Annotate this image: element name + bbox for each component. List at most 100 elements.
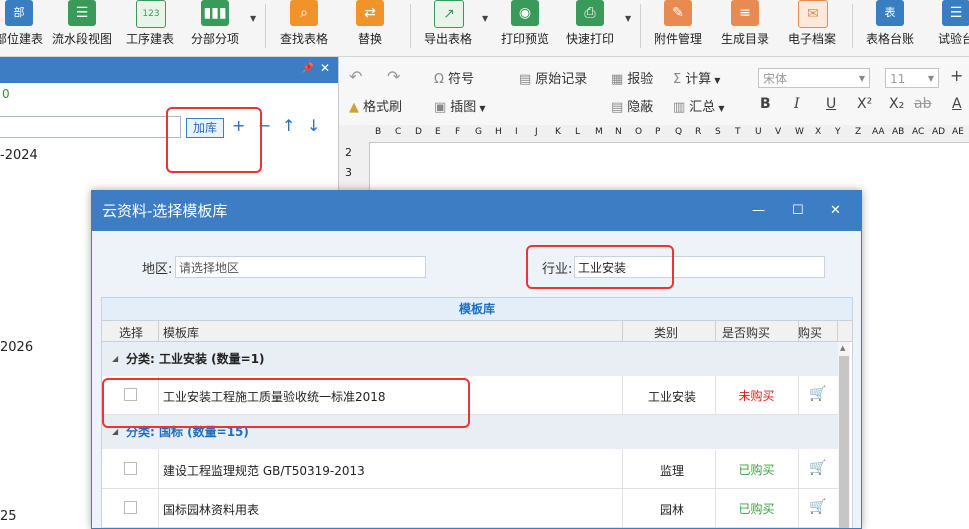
group-row-industrial[interactable]: ◢ 分类: 工业安装 (数量=1) [102, 342, 838, 376]
toolbar-export-button[interactable]: ↗ 导出表格 [420, 0, 476, 56]
font-name-select[interactable]: 宋体 ▼ [758, 68, 870, 88]
row-number[interactable]: 3 [345, 166, 352, 179]
toolbar-e-archive-button[interactable]: ✉ 电子档案 [784, 0, 840, 56]
header-purchased[interactable]: 是否购买 [722, 324, 770, 341]
column-label[interactable]: U [755, 127, 762, 137]
column-label[interactable]: G [475, 127, 482, 137]
column-label[interactable]: D [415, 127, 422, 137]
column-label[interactable]: Y [835, 127, 841, 137]
format-brush-button[interactable]: ▲ 格式刷 [349, 96, 402, 115]
column-label[interactable]: T [735, 127, 741, 137]
toolbar-process-table-button[interactable]: 123 工序建表 [122, 0, 178, 56]
column-label[interactable]: H [495, 127, 502, 137]
header-select[interactable]: 选择 [119, 324, 143, 341]
collapse-triangle-icon[interactable]: ◢ [112, 342, 118, 376]
original-record-button[interactable]: ▤ 原始记录 [519, 68, 587, 87]
toolbar-quick-print-button[interactable]: ⎙ 快速打印 [562, 0, 618, 56]
table-row[interactable]: 国标园林资料用表 园林 已购买 🛒 [102, 489, 838, 528]
symbol-button[interactable]: Ω 符号 [434, 68, 474, 87]
column-label[interactable]: N [615, 127, 622, 137]
select-checkbox[interactable] [124, 462, 137, 475]
column-label[interactable]: B [375, 127, 381, 137]
toolbar-find-table-button[interactable]: ⌕ 查找表格 [276, 0, 332, 56]
column-label[interactable]: M [595, 127, 603, 137]
header-buy[interactable]: 购买 [798, 324, 822, 341]
column-label[interactable]: C [395, 127, 401, 137]
report-check-button[interactable]: ▦ 报验 [611, 68, 653, 87]
export-icon: ↗ [434, 0, 464, 28]
summary-button[interactable]: ▥ 汇总 ▼ [673, 96, 724, 115]
column-label[interactable]: AC [912, 127, 924, 137]
column-label[interactable]: AE [952, 127, 964, 137]
minimize-icon[interactable]: — [752, 191, 765, 231]
scrollbar-thumb[interactable] [839, 356, 849, 528]
superscript-icon[interactable]: X² [857, 96, 872, 112]
tree-item[interactable]: 2026 [0, 340, 33, 355]
column-label[interactable]: P [655, 127, 660, 137]
toolbar-flow-view-button[interactable]: ☰ 流水段视图 [50, 0, 114, 56]
arrow-up-icon[interactable]: ↑ [282, 116, 295, 135]
calc-button[interactable]: Σ 计算 ▼ [673, 68, 720, 87]
chevron-down-icon[interactable]: ▼ [482, 14, 488, 23]
column-label[interactable]: J [535, 127, 538, 137]
cart-icon[interactable]: 🛒 [798, 386, 838, 402]
column-label[interactable]: E [435, 127, 441, 137]
row-number[interactable]: 2 [345, 146, 352, 159]
scroll-up-icon[interactable]: ▲ [840, 344, 845, 352]
column-label[interactable]: V [775, 127, 781, 137]
italic-icon[interactable]: I [794, 96, 800, 112]
column-label[interactable]: F [455, 127, 460, 137]
search-input[interactable] [0, 116, 181, 138]
font-size-select[interactable]: 11 ▼ [885, 68, 939, 88]
maximize-icon[interactable]: ☐ [792, 191, 804, 231]
close-icon[interactable]: ✕ [320, 61, 330, 75]
hide-button[interactable]: ▤ 隐蔽 [611, 96, 653, 115]
column-label[interactable]: R [695, 127, 701, 137]
column-label[interactable]: O [635, 127, 642, 137]
toolbar-print-preview-button[interactable]: ◉ 打印预览 [497, 0, 553, 56]
insert-image-button[interactable]: ▣ 插图 ▼ [434, 96, 485, 115]
arrow-down-icon[interactable]: ↓ [307, 116, 320, 135]
column-label[interactable]: AB [892, 127, 904, 137]
table-row[interactable]: 建设工程监理规范 GB/T50319-2013 监理 已购买 🛒 [102, 450, 838, 489]
bold-icon[interactable]: B [760, 96, 771, 112]
column-label[interactable]: K [555, 127, 561, 137]
highlight-box [526, 245, 674, 289]
column-label[interactable]: Z [855, 127, 861, 137]
header-library[interactable]: 模板库 [163, 324, 199, 341]
subscript-icon[interactable]: X₂ [889, 96, 904, 112]
toolbar-subdivision-button[interactable]: ▮▮▮ 分部分项 [186, 0, 244, 56]
header-category[interactable]: 类别 [654, 324, 678, 341]
tree-item[interactable]: -2024 [0, 148, 38, 163]
column-label[interactable]: W [795, 127, 804, 137]
column-label[interactable]: AD [932, 127, 945, 137]
pin-icon[interactable]: 📌 [302, 63, 314, 74]
chevron-down-icon[interactable]: ▼ [250, 14, 256, 23]
chevron-down-icon[interactable]: ▼ [625, 14, 631, 23]
column-label[interactable]: L [575, 127, 580, 137]
column-label[interactable]: AA [872, 127, 885, 137]
column-label[interactable]: Q [675, 127, 682, 137]
increase-font-icon[interactable]: + [950, 66, 963, 85]
column-label[interactable]: S [715, 127, 721, 137]
vertical-scrollbar[interactable]: ▲ [838, 342, 850, 528]
region-placeholder: 请选择地区 [179, 261, 240, 275]
undo-icon[interactable]: ↶ [349, 67, 362, 86]
toolbar-generate-toc-button[interactable]: ≡ 生成目录 [717, 0, 773, 56]
underline-icon[interactable]: U [826, 96, 836, 112]
font-color-icon[interactable]: A [952, 96, 962, 112]
toolbar-lab-button[interactable]: ☰ 试验台 [928, 0, 969, 56]
toolbar-ledger-button[interactable]: 表 表格台账 [862, 0, 918, 56]
list-icon: ≡ [731, 0, 759, 26]
column-label[interactable]: X [815, 127, 821, 137]
strikethrough-icon[interactable]: ab [914, 96, 931, 112]
toolbar-part-table-button[interactable]: 部 部位建表 [0, 0, 48, 56]
toolbar-replace-button[interactable]: ⇄ 替换 [342, 0, 398, 56]
redo-icon[interactable]: ↷ [387, 67, 400, 86]
region-select[interactable]: 请选择地区 [175, 256, 426, 278]
select-checkbox[interactable] [124, 501, 137, 514]
close-icon[interactable]: ✕ [830, 191, 841, 231]
column-label[interactable]: I [515, 127, 518, 137]
toolbar-attachment-button[interactable]: ✎ 附件管理 [650, 0, 706, 56]
tree-item[interactable]: 25 [0, 509, 17, 524]
